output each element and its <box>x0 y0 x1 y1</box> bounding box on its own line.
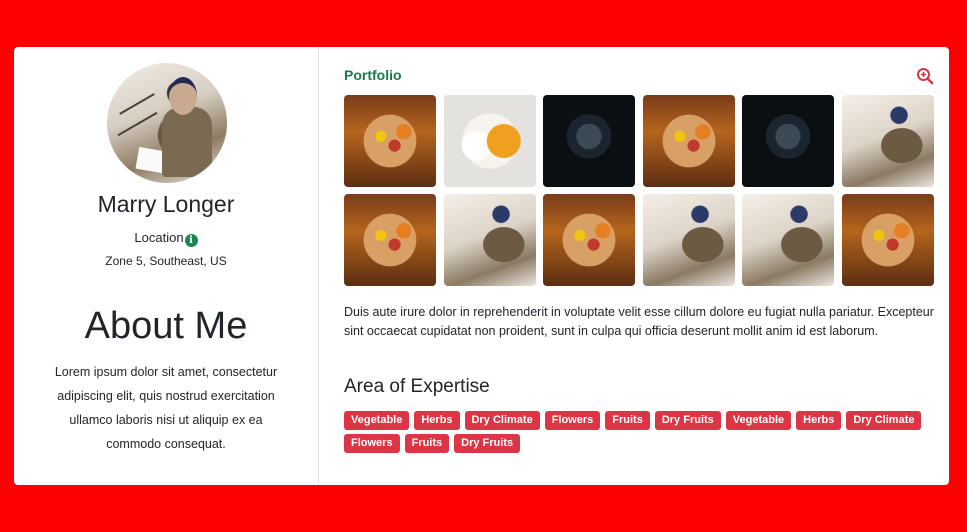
portfolio-section: Portfolio Duis aute irure dolor in repre… <box>344 47 934 485</box>
portfolio-description: Duis aute irure dolor in reprehenderit i… <box>344 305 934 338</box>
portfolio-thumbnail[interactable] <box>841 95 934 187</box>
about-text: Lorem ipsum dolor sit amet, consectetur … <box>54 365 278 451</box>
info-icon[interactable]: i <box>184 234 198 247</box>
expertise-title: Area of Expertise <box>344 376 490 397</box>
portfolio-thumbnail[interactable] <box>642 194 735 286</box>
portfolio-thumbnail[interactable] <box>742 95 835 187</box>
expertise-tag[interactable]: Fruits <box>404 434 450 453</box>
portfolio-thumbnail[interactable] <box>443 95 536 187</box>
expertise-tag[interactable]: Herbs <box>414 411 460 430</box>
portfolio-title: Portfolio <box>344 67 402 83</box>
profile-name: Marry Longer <box>97 191 235 217</box>
expertise-tag[interactable]: Flowers <box>544 411 601 430</box>
portfolio-thumbnail[interactable] <box>543 194 636 286</box>
portfolio-thumbnail[interactable] <box>543 95 636 187</box>
portfolio-thumbnail[interactable] <box>344 194 436 286</box>
expertise-tag[interactable]: Flowers <box>344 434 400 453</box>
portfolio-thumbnail[interactable] <box>841 194 934 286</box>
expertise-tag[interactable]: Herbs <box>796 411 842 430</box>
expertise-tag[interactable]: Vegetable <box>725 411 792 430</box>
location-value: Zone 5, Southeast, US <box>105 254 227 268</box>
zoom-in-icon[interactable] <box>916 67 934 85</box>
avatar <box>107 63 227 183</box>
location-row: Location i <box>14 230 318 247</box>
expertise-tag[interactable]: Dry Climate <box>464 411 540 430</box>
portfolio-thumbnail[interactable] <box>443 194 536 286</box>
about-title: About Me <box>84 305 248 347</box>
portfolio-thumbnail[interactable] <box>642 95 735 187</box>
expertise-tag[interactable]: Dry Climate <box>846 411 922 430</box>
portfolio-grid <box>344 95 934 286</box>
portfolio-thumbnail[interactable] <box>742 194 835 286</box>
expertise-tag[interactable]: Dry Fruits <box>654 411 721 430</box>
profile-sidebar: Marry Longer Location i Zone 5, Southeast… <box>14 47 319 485</box>
location-label: Location <box>134 230 184 245</box>
profile-card: Marry Longer Location i Zone 5, Southeast… <box>14 47 949 485</box>
expertise-tag[interactable]: Fruits <box>605 411 650 430</box>
portfolio-thumbnail[interactable] <box>344 95 436 187</box>
expertise-tag[interactable]: Dry Fruits <box>454 434 521 453</box>
expertise-tags: Vegetable Herbs Dry Climate Flowers Fruits Dr… <box>344 411 934 453</box>
expertise-tag[interactable]: Vegetable <box>344 411 410 430</box>
